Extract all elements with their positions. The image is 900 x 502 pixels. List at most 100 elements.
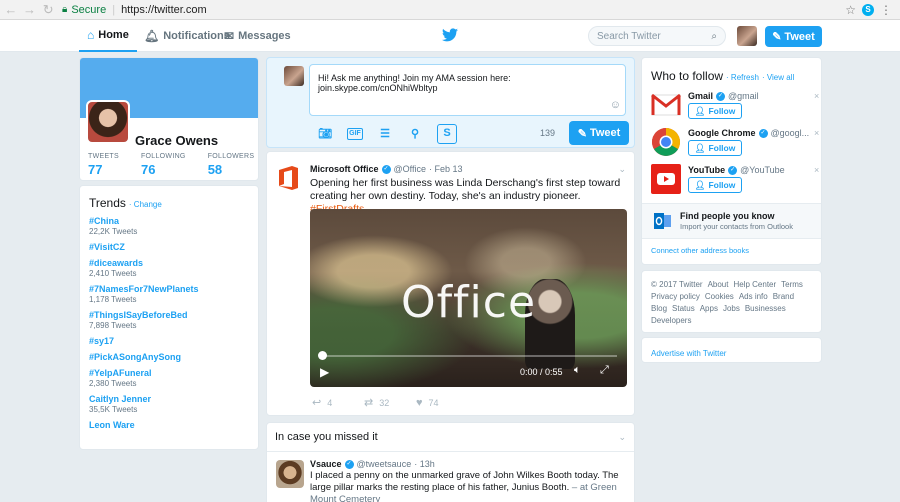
search-icon[interactable]: ⌕ xyxy=(711,31,717,42)
dismiss-icon[interactable]: × xyxy=(814,128,819,138)
video-time: 0:00 / 0:55 xyxy=(520,367,563,377)
dismiss-icon[interactable]: × xyxy=(814,91,819,101)
video-player[interactable]: Office ▶ 0:00 / 0:55 🔈︎ ⤢ xyxy=(310,209,627,387)
suggestion-handle[interactable]: @gmail xyxy=(728,91,759,101)
poll-icon[interactable]: ☰ xyxy=(377,126,393,142)
footer-link[interactable]: Terms xyxy=(781,279,803,291)
connect-address-books-link[interactable]: Connect other address books xyxy=(651,246,749,255)
compose-tweet-button[interactable]: ✎ Tweet xyxy=(765,26,822,47)
footer-link[interactable]: Apps xyxy=(700,303,718,315)
youtube-logo-icon[interactable] xyxy=(651,164,681,194)
dismiss-icon[interactable]: × xyxy=(814,165,819,175)
advertise-link[interactable]: Advertise with Twitter xyxy=(651,349,726,358)
skype-extension-icon[interactable]: S xyxy=(862,3,875,16)
profile-name[interactable]: Grace Owens xyxy=(135,133,218,148)
chevron-down-icon[interactable]: ⌄ xyxy=(618,164,626,175)
view-all-link[interactable]: · View all xyxy=(762,73,794,82)
browser-menu-icon[interactable]: ⋮ xyxy=(880,3,892,17)
footer-link[interactable]: Status xyxy=(672,303,695,315)
tweet-date[interactable]: · 13h xyxy=(414,459,435,469)
trend-item[interactable]: #YelpAFuneral 2,380 Tweets xyxy=(89,368,249,388)
tweet-author[interactable]: Vsauce xyxy=(310,459,342,469)
retweet-button[interactable]: ⇄ 32 xyxy=(364,396,416,409)
tweet[interactable]: Microsoft Office ✓ @Office · Feb 13 ⌄ Op… xyxy=(266,151,635,416)
trend-item[interactable]: #diceawards 2,410 Tweets xyxy=(89,258,249,278)
nav-notifications[interactable]: 🔔︎ Notifications xyxy=(144,20,230,52)
stat-value: 77 xyxy=(88,162,103,177)
submit-tweet-button[interactable]: ✎ Tweet xyxy=(569,121,629,145)
camera-icon[interactable]: 📷︎ xyxy=(317,126,333,142)
footer-copyright: © 2017 Twitter xyxy=(651,280,703,289)
profile-avatar[interactable] xyxy=(86,100,130,144)
back-arrow-icon[interactable]: ← xyxy=(3,2,19,18)
stat-followers[interactable]: FOLLOWERS 58 xyxy=(208,153,255,177)
footer-link[interactable]: About xyxy=(708,279,729,291)
footer-link[interactable]: Help Center xyxy=(733,279,776,291)
footer-link[interactable]: Privacy policy xyxy=(651,291,700,303)
footer-link[interactable]: Businesses xyxy=(745,303,786,315)
suggestion-handle[interactable]: @YouTube xyxy=(740,165,785,175)
tweet-textarea[interactable]: Hi! Ask me anything! Join my AMA session… xyxy=(309,64,626,116)
video-progress-bar[interactable] xyxy=(320,355,617,357)
trend-item[interactable]: #7NamesFor7NewPlanets 1,178 Tweets xyxy=(89,284,249,304)
bookmark-star-icon[interactable]: ☆ xyxy=(845,3,856,17)
find-people-row[interactable]: Find people you know Import your contact… xyxy=(642,203,821,239)
tweet-handle[interactable]: @tweetsauce xyxy=(357,459,412,469)
follow-button[interactable]: 👤︎ Follow xyxy=(688,103,742,119)
trend-item[interactable]: Leon Ware xyxy=(89,420,249,430)
refresh-link[interactable]: · Refresh xyxy=(726,73,759,82)
stat-following[interactable]: FOLLOWING 76 xyxy=(141,153,186,177)
skype-icon[interactable]: S xyxy=(437,124,457,144)
trend-item[interactable]: #VisitCZ xyxy=(89,242,249,252)
office-logo-icon[interactable] xyxy=(276,165,302,191)
follow-button[interactable]: 👤︎ Follow xyxy=(688,140,742,156)
stat-tweets[interactable]: TWEETS 77 xyxy=(88,153,119,177)
tweet-author[interactable]: Microsoft Office xyxy=(310,164,379,174)
stat-label: FOLLOWERS xyxy=(207,153,255,160)
footer-link[interactable]: Developers xyxy=(651,315,691,327)
trend-item[interactable]: #ThingsISayBeforeBed 7,898 Tweets xyxy=(89,310,249,330)
tweet-handle[interactable]: @Office xyxy=(394,164,426,174)
trend-item[interactable]: #China 22,2K Tweets xyxy=(89,216,249,236)
twitter-bird-icon[interactable] xyxy=(442,28,458,42)
address-bar[interactable]: 🔒︎ Secure | https://twitter.com xyxy=(62,2,845,18)
tweet-body: Opening her first business was Linda Der… xyxy=(310,177,621,202)
like-button[interactable]: ♥ 74 xyxy=(416,396,468,409)
vsauce-avatar[interactable] xyxy=(276,460,304,488)
footer-link[interactable]: Jobs xyxy=(723,303,740,315)
account-avatar[interactable] xyxy=(737,26,757,46)
forward-arrow-icon[interactable]: → xyxy=(22,2,38,18)
tweet-date[interactable]: · Feb 13 xyxy=(429,164,463,174)
footer-link[interactable]: Cookies xyxy=(705,291,734,303)
chevron-down-icon[interactable]: ⌄ xyxy=(618,432,626,443)
nav-messages[interactable]: ✉ Messages xyxy=(224,20,291,52)
trends-change-link[interactable]: · Change xyxy=(129,200,162,209)
play-icon[interactable]: ▶ xyxy=(320,365,329,379)
footer-link[interactable]: Ads info xyxy=(739,291,768,303)
trend-item[interactable]: #sy17 xyxy=(89,336,249,346)
suggestion-handle[interactable]: @googl... xyxy=(771,128,810,138)
suggestion-name-row: YouTube ✓ @YouTube xyxy=(688,165,810,175)
location-pin-icon[interactable]: ⚲ xyxy=(407,126,423,142)
suggestion-name[interactable]: Google Chrome xyxy=(688,128,756,138)
trend-item[interactable]: Caitlyn Jenner 35,5K Tweets xyxy=(89,394,249,414)
fullscreen-icon[interactable]: ⤢ xyxy=(600,364,609,377)
suggestion-name[interactable]: Gmail xyxy=(688,91,713,101)
chrome-logo-icon[interactable] xyxy=(651,127,681,157)
trend-name: #YelpAFuneral xyxy=(89,368,152,378)
trend-item[interactable]: #PickASongAnySong xyxy=(89,352,249,362)
nav-home[interactable]: ⌂ Home xyxy=(79,20,137,52)
emoji-icon[interactable]: ☺ xyxy=(610,99,621,111)
follow-button[interactable]: 👤︎ Follow xyxy=(688,177,742,193)
search-input[interactable] xyxy=(597,30,702,42)
footer-links: © 2017 Twitter About Help Center Terms P… xyxy=(651,279,812,327)
suggestion-name[interactable]: YouTube xyxy=(688,165,725,175)
volume-icon[interactable]: 🔈︎ xyxy=(574,364,581,377)
gif-icon[interactable]: GIF xyxy=(347,128,363,140)
footer-link[interactable]: Blog xyxy=(651,303,667,315)
gmail-logo-icon[interactable] xyxy=(651,90,681,120)
reply-button[interactable]: ↩ 4 xyxy=(312,396,364,409)
video-scrubber[interactable] xyxy=(318,351,327,360)
footer-link[interactable]: Brand xyxy=(773,291,794,303)
reload-icon[interactable]: ↻ xyxy=(40,2,56,18)
